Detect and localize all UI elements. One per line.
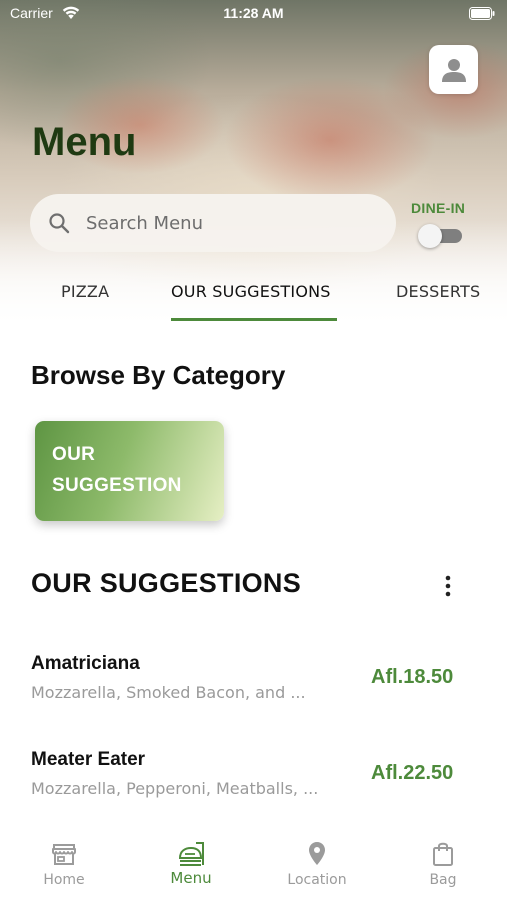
search-input[interactable] <box>86 212 356 234</box>
active-tab-indicator <box>171 318 337 321</box>
dine-in-label: DINE-IN <box>411 200 466 216</box>
toggle-knob <box>418 224 442 248</box>
user-icon <box>441 58 466 82</box>
nav-menu[interactable]: Menu <box>146 840 236 887</box>
item-description: Mozzarella, Pepperoni, Meatballs, ... <box>31 779 319 798</box>
status-time: 11:28 AM <box>223 5 284 21</box>
item-description: Mozzarella, Smoked Bacon, and ... <box>31 683 306 702</box>
menu-item[interactable]: Meater Eater Mozzarella, Pepperoni, Meat… <box>0 746 507 826</box>
nav-home[interactable]: Home <box>19 840 109 888</box>
bottom-nav: Home Menu Location Bag <box>0 832 507 900</box>
item-price: Afl.18.50 <box>371 666 454 688</box>
tab-our-suggestions[interactable]: OUR SUGGESTIONS <box>171 282 331 301</box>
more-vertical-icon[interactable] <box>440 574 456 598</box>
status-bar: Carrier 11:28 AM <box>0 0 507 30</box>
nav-label: Bag <box>429 872 457 888</box>
item-name: Amatriciana <box>31 653 140 674</box>
nav-bag[interactable]: Bag <box>398 840 488 888</box>
search-bar[interactable] <box>30 194 396 252</box>
nav-label: Location <box>287 872 347 888</box>
nav-label: Home <box>43 872 85 888</box>
category-card-our-suggestion[interactable]: OUR SUGGESTION <box>35 421 224 521</box>
profile-button[interactable] <box>429 45 478 94</box>
page-title: Menu <box>32 120 137 164</box>
menu-icon <box>178 842 204 866</box>
nav-location[interactable]: Location <box>272 840 362 888</box>
item-price: Afl.22.50 <box>371 762 454 784</box>
location-pin-icon <box>309 842 325 865</box>
bag-icon <box>433 842 453 866</box>
category-card-label: OUR SUGGESTION <box>52 444 182 496</box>
dine-in-toggle[interactable] <box>418 224 462 248</box>
battery-icon <box>469 7 495 20</box>
store-icon <box>52 844 76 865</box>
nav-label: Menu <box>170 869 212 887</box>
browse-by-category-title: Browse By Category <box>31 360 286 390</box>
tab-desserts[interactable]: DESSERTS <box>396 282 480 301</box>
menu-item[interactable]: Amatriciana Mozzarella, Smoked Bacon, an… <box>0 650 507 730</box>
suggestions-list-title: OUR SUGGESTIONS <box>31 568 302 598</box>
item-name: Meater Eater <box>31 749 146 770</box>
search-icon <box>49 213 70 234</box>
tab-pizza[interactable]: PIZZA <box>61 282 109 301</box>
category-tabs: PIZZA OUR SUGGESTIONS DESSERTS <box>0 278 507 324</box>
